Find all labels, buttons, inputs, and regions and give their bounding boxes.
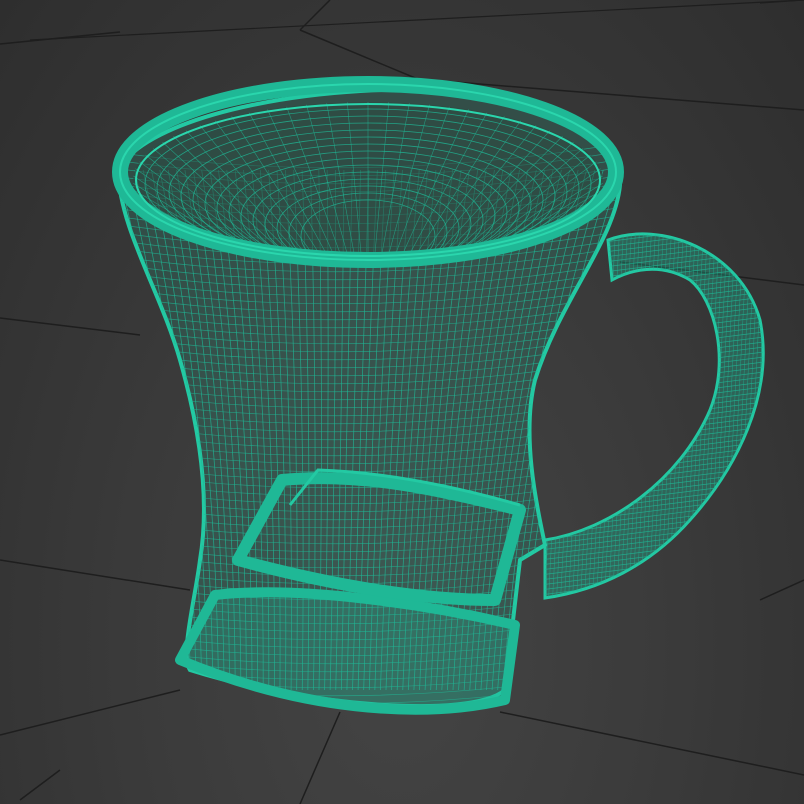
viewport-canvas[interactable] — [0, 0, 804, 804]
mesh-edge — [659, 233, 681, 599]
mesh-edge — [545, 449, 764, 481]
mug-model[interactable] — [100, 76, 780, 728]
mesh-edge — [663, 233, 685, 599]
mesh-edge — [545, 589, 764, 599]
grid-line — [759, 579, 804, 601]
grid-line — [499, 711, 804, 776]
grid-line — [29, 0, 804, 41]
mesh-edge — [545, 429, 764, 461]
mesh-edge — [759, 233, 764, 599]
mesh-edge — [671, 233, 693, 599]
mesh-edge — [545, 439, 764, 471]
grid-line — [0, 317, 141, 336]
3d-viewport[interactable] — [0, 0, 804, 804]
grid-line — [299, 29, 421, 81]
mesh-edge — [655, 233, 677, 599]
mesh-edge — [651, 233, 673, 599]
grid-line — [0, 689, 181, 736]
mesh-edge — [755, 233, 764, 599]
grid-line — [19, 769, 61, 801]
mesh-edge — [545, 444, 764, 476]
grid-line — [0, 559, 191, 591]
grid-line — [299, 711, 341, 804]
